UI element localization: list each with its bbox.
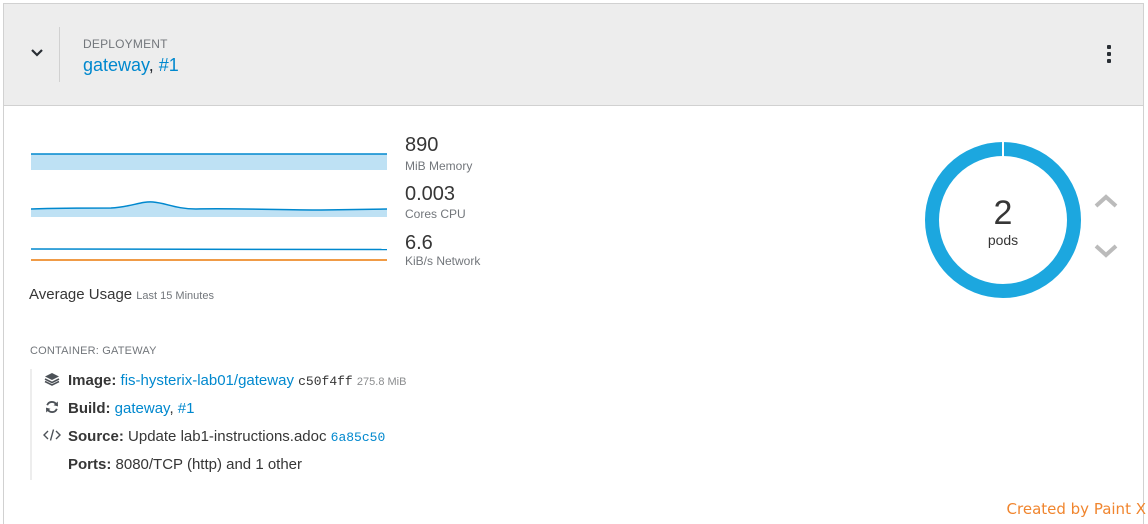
deployment-panel: DEPLOYMENT gateway, #1 890 MiB Memory 0.… <box>3 3 1144 524</box>
container-rule <box>30 369 32 480</box>
code-icon <box>42 428 62 446</box>
image-hash: c50f4ff <box>298 374 353 389</box>
kebab-icon <box>1103 45 1115 63</box>
memory-unit: MiB Memory <box>405 159 473 173</box>
container-source-row: Source: Update lab1-instructions.adoc 6a… <box>42 428 385 446</box>
container-ports-row: Ports: 8080/TCP (http) and 1 other <box>42 456 302 473</box>
deployment-header: DEPLOYMENT gateway, #1 <box>4 4 1143 106</box>
scale-up-button[interactable] <box>1091 190 1121 212</box>
header-divider <box>59 27 60 82</box>
source-label: Source: <box>68 428 124 445</box>
average-usage-range: Last 15 Minutes <box>136 290 214 302</box>
chevron-down-icon <box>1094 244 1118 258</box>
image-size: 275.8 MiB <box>356 376 407 388</box>
cpu-sparkline <box>31 201 387 217</box>
chevron-down-icon <box>31 49 43 57</box>
image-label: Image: <box>68 372 117 389</box>
build-number-link[interactable]: #1 <box>178 400 195 417</box>
layers-icon <box>42 372 62 390</box>
ports-value: 8080/TCP (http) and 1 other <box>115 456 303 473</box>
network-value: 6.6 <box>405 232 433 254</box>
deployment-version-link[interactable]: #1 <box>159 55 179 75</box>
scale-down-button[interactable] <box>1091 240 1121 262</box>
watermark-credit: Created by Paint X <box>1006 500 1146 518</box>
memory-value: 890 <box>405 134 439 156</box>
resource-kind-label: DEPLOYMENT <box>83 37 168 51</box>
collapse-toggle-button[interactable] <box>24 40 50 66</box>
average-usage: Average Usage Last 15 Minutes <box>29 286 214 303</box>
pod-label: pods <box>987 232 1019 248</box>
container-image-row: Image: fis-hysterix-lab01/gateway c50f4f… <box>42 372 406 390</box>
network-received-line <box>31 248 387 251</box>
refresh-icon <box>42 400 62 418</box>
ports-label: Ports: <box>68 456 112 473</box>
pod-count: 2 <box>993 194 1013 232</box>
container-label: CONTAINER: GATEWAY <box>30 345 157 357</box>
source-commit-link[interactable]: 6a85c50 <box>331 430 386 445</box>
build-name-link[interactable]: gateway <box>115 400 170 417</box>
image-name-link[interactable]: fis-hysterix-lab01/gateway <box>121 372 294 389</box>
actions-menu-button[interactable] <box>1103 45 1115 65</box>
memory-sparkline <box>31 153 387 170</box>
title-separator: , <box>148 55 154 75</box>
deployment-name-link[interactable]: gateway <box>83 55 149 75</box>
cpu-value: 0.003 <box>405 183 456 205</box>
build-label: Build: <box>68 400 111 417</box>
container-build-row: Build: gateway, #1 <box>42 400 194 418</box>
network-sparkline <box>31 248 387 261</box>
memory-sparkline-area <box>31 154 387 170</box>
source-message: Update lab1-instructions.adoc <box>128 428 327 445</box>
cpu-unit: Cores CPU <box>405 207 466 221</box>
build-separator: , <box>169 400 174 417</box>
average-usage-label: Average Usage <box>29 286 133 303</box>
network-unit: KiB/s Network <box>405 254 481 268</box>
cpu-sparkline-line <box>31 201 387 211</box>
deployment-title: gateway, #1 <box>83 55 179 76</box>
chevron-up-icon <box>1094 194 1118 208</box>
